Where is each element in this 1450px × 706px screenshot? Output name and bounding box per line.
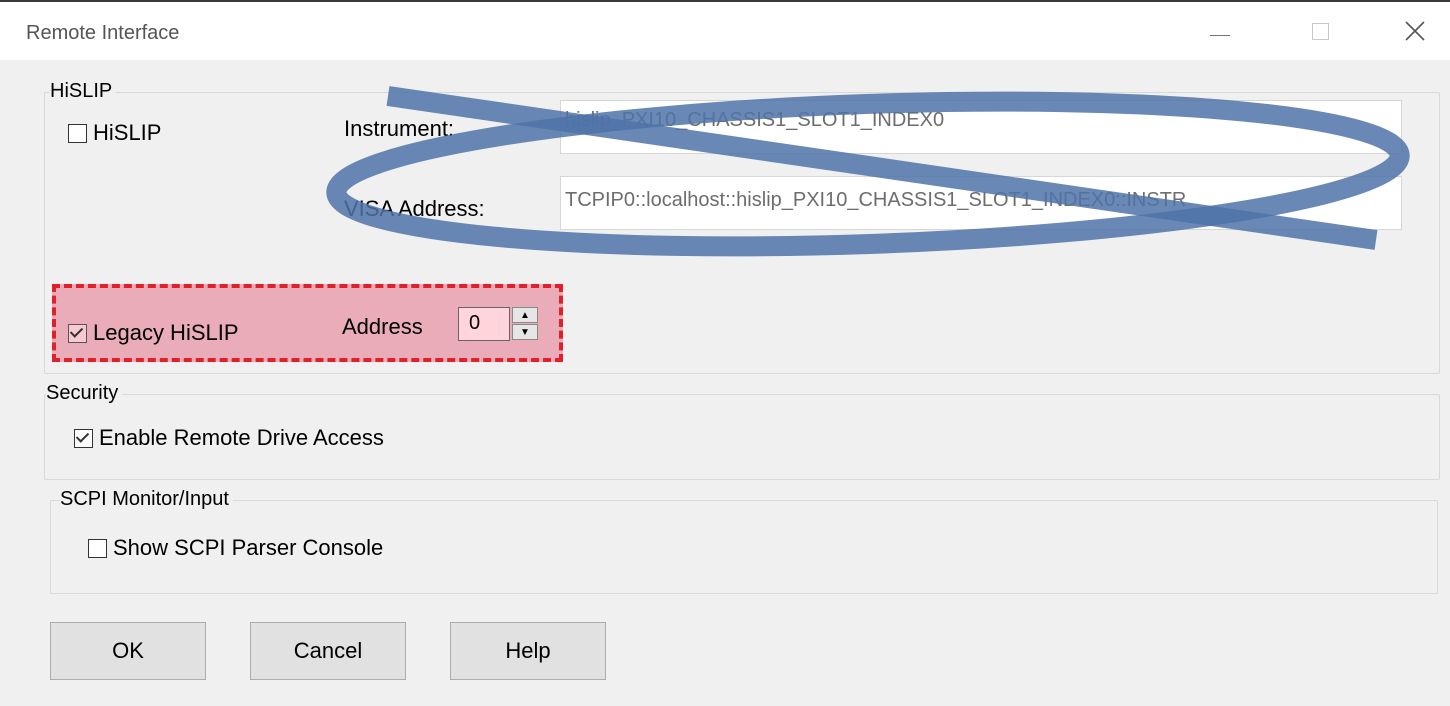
cancel-button[interactable]: Cancel bbox=[250, 622, 406, 680]
show-scpi-console-checkbox[interactable]: Show SCPI Parser Console bbox=[88, 535, 383, 561]
address-spin-input[interactable]: 0 bbox=[458, 307, 510, 341]
instrument-label: Instrument: bbox=[344, 116, 455, 141]
scpi-group-title: SCPI Monitor/Input bbox=[60, 488, 233, 511]
arrow-up-icon: ▲ bbox=[520, 309, 530, 321]
address-label: Address bbox=[342, 314, 423, 339]
visa-address-label: VISA Address: bbox=[344, 196, 485, 221]
arrow-down-icon: ▼ bbox=[520, 326, 530, 338]
ok-button[interactable]: OK bbox=[50, 622, 206, 680]
legacy-hislip-checkbox-box[interactable] bbox=[68, 323, 87, 343]
close-button[interactable] bbox=[1385, 2, 1445, 60]
show-scpi-console-label: Show SCPI Parser Console bbox=[113, 535, 384, 560]
instrument-field[interactable]: hislip_PXI10_CHASSIS1_SLOT1_INDEX0 bbox=[560, 100, 1402, 154]
spin-down-button[interactable]: ▼ bbox=[512, 324, 538, 340]
minimize-icon bbox=[1210, 34, 1230, 36]
hislip-checkbox-label: HiSLIP bbox=[93, 120, 162, 145]
minimize-button[interactable] bbox=[1190, 2, 1250, 60]
visa-address-field[interactable]: TCPIP0::localhost::hislip_PXI10_CHASSIS1… bbox=[560, 176, 1402, 230]
hislip-group-title: HiSLIP bbox=[50, 80, 117, 103]
enable-remote-drive-checkbox[interactable]: Enable Remote Drive Access bbox=[74, 425, 384, 451]
close-icon bbox=[1405, 21, 1425, 41]
enable-remote-drive-label: Enable Remote Drive Access bbox=[99, 425, 384, 450]
legacy-hislip-checkbox-label: Legacy HiSLIP bbox=[93, 320, 239, 345]
window-title: Remote Interface bbox=[26, 22, 180, 44]
show-scpi-console-checkbox-box[interactable] bbox=[88, 538, 107, 558]
security-group-title: Security bbox=[46, 382, 123, 405]
title-bar[interactable]: Remote Interface bbox=[0, 2, 1450, 60]
hislip-checkbox-box[interactable] bbox=[68, 123, 87, 143]
enable-remote-drive-checkbox-box[interactable] bbox=[74, 428, 93, 448]
spin-up-button[interactable]: ▲ bbox=[512, 307, 538, 323]
hislip-checkbox[interactable]: HiSLIP bbox=[68, 120, 161, 146]
maximize-icon bbox=[1311, 22, 1329, 40]
address-spinner: ▲ ▼ bbox=[512, 307, 540, 341]
maximize-button[interactable] bbox=[1290, 2, 1350, 60]
help-button[interactable]: Help bbox=[450, 622, 606, 680]
legacy-hislip-checkbox[interactable]: Legacy HiSLIP bbox=[68, 320, 239, 346]
